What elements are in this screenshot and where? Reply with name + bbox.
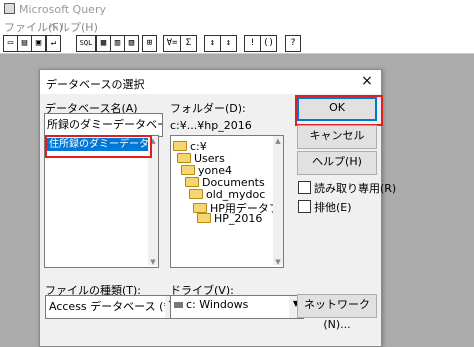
return-data-icon[interactable]: ↵ [46,35,61,52]
menu-bar: ファイル(F) ヘルプ(H) [0,18,474,34]
show-criteria-icon[interactable]: ▥ [110,35,125,52]
folder-open-icon [185,177,199,187]
sql-button[interactable]: SQL [76,35,96,52]
scroll-down-icon[interactable]: ▼ [273,258,283,266]
query-now-icon[interactable]: ! [244,35,261,52]
folder-tree-scrollbar[interactable] [273,136,283,265]
dialog-title: データベースの選択 [46,78,145,91]
exclusive-label: 排他(E) [314,201,352,214]
scroll-up-icon[interactable]: ▲ [273,137,283,145]
save-icon[interactable]: ▣ [31,35,46,52]
criteria-equals-icon[interactable]: ⊞ [142,35,157,52]
drive-select[interactable]: c: Windows ▼ [170,295,304,319]
readonly-label: 読み取り専用(R) [314,182,397,195]
new-query-icon[interactable]: ▭ [3,35,18,52]
toolbar: ▭ ▤ ▣ ↵ SQL ▦ ▥ ▧ ⊞ ∀= Σ ↕ ↕ ! () ? [0,33,474,54]
app-icon [4,3,15,14]
folder-open-icon [181,165,195,175]
app-title-bar: Microsoft Query [0,0,474,18]
sigma-icon[interactable]: Σ [180,35,197,52]
highlight-box-ok [295,95,383,126]
folder-label: フォルダー(D): [170,102,246,115]
drive-icon [174,302,183,308]
dialog-title-bar: データベースの選択 × [40,70,381,94]
sort-ascending-icon[interactable]: ↕ [204,35,221,52]
filetype-value: Access データベース (*.mdb [49,300,179,313]
auto-query-icon[interactable]: () [260,35,277,52]
folder-path: c:¥...¥hp_2016 [170,119,252,132]
network-button[interactable]: ネットワーク(N)... [297,294,377,331]
highlight-box-file [45,135,152,158]
database-name-input[interactable]: 所録のダミーデータベース.accdb [44,113,163,137]
folder-open-icon [173,141,187,151]
filetype-select[interactable]: Access データベース (*.mdb ▼ [45,295,180,319]
open-icon[interactable]: ▤ [17,35,32,52]
folder-open-icon [177,153,191,163]
select-database-dialog: データベースの選択 × データベース名(A) 所録のダミーデータベース.accd… [39,69,396,347]
cancel-button[interactable]: キャンセル [297,125,377,149]
add-tables-icon[interactable]: ▧ [124,35,139,52]
readonly-checkbox[interactable] [298,181,311,194]
sort-descending-icon[interactable]: ↕ [220,35,237,52]
drive-value: c: Windows [186,298,249,311]
folder-tree[interactable]: c:¥ Users yone4 Documents old_mydoc HP用デ… [170,135,284,268]
folder-open-icon [197,213,211,223]
tree-item-hp-2016[interactable]: HP_2016 [197,212,262,225]
folder-open-icon [189,189,203,199]
close-icon[interactable]: × [359,73,375,89]
filter-icon[interactable]: ∀= [163,35,181,52]
show-tables-icon[interactable]: ▦ [96,35,111,52]
help-button[interactable]: ヘルプ(H) [297,151,377,175]
help-icon[interactable]: ? [285,35,301,52]
app-title: Microsoft Query [19,3,106,16]
scroll-down-icon[interactable]: ▼ [148,258,158,266]
exclusive-checkbox[interactable] [298,200,311,213]
